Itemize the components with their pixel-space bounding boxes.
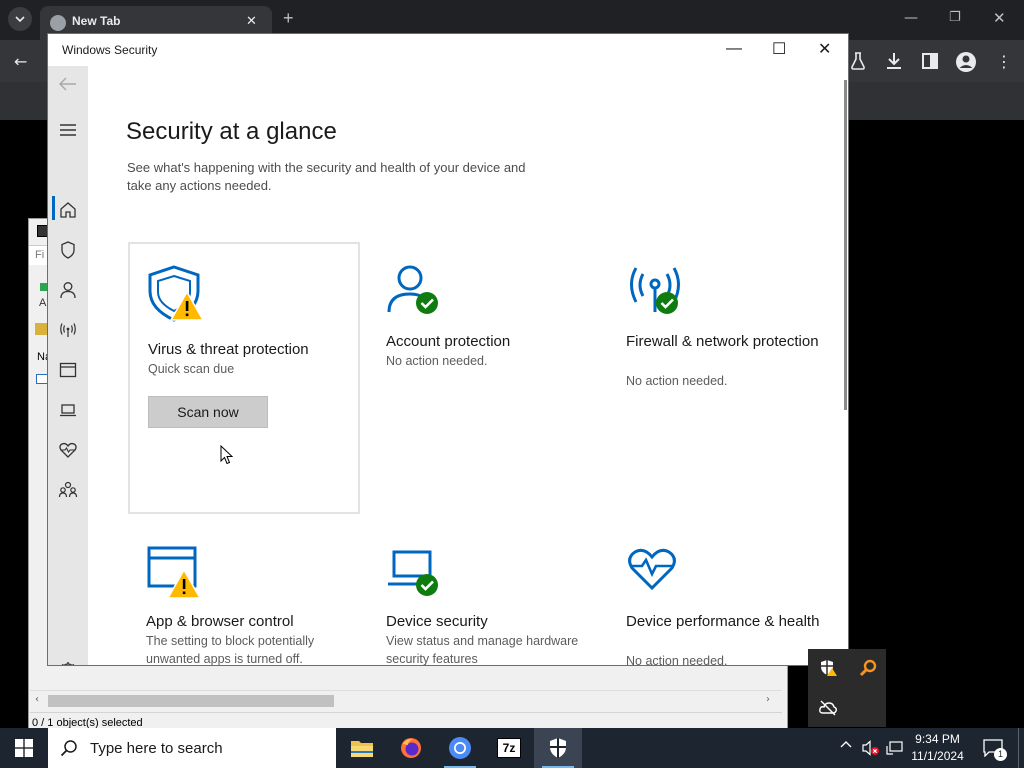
antenna-icon[interactable] <box>58 320 78 340</box>
clock-time[interactable]: 9:34 PM <box>900 732 975 746</box>
minimize-button[interactable]: — <box>726 40 742 58</box>
card-app-browser-control[interactable]: App & browser control The setting to blo… <box>128 526 358 666</box>
search-tool-icon[interactable] <box>859 659 877 677</box>
profile-avatar-icon[interactable] <box>955 51 977 73</box>
taskbar-search-box[interactable]: Type here to search <box>48 728 336 768</box>
laptop-check-icon <box>386 544 444 602</box>
column-fragment: Fi <box>29 245 49 265</box>
vertical-scrollbar[interactable] <box>844 80 847 410</box>
scan-now-button[interactable]: Scan now <box>148 396 268 428</box>
scrollbar-thumb[interactable] <box>48 695 334 707</box>
title-bar: Windows Security — ☐ ✕ <box>48 34 848 66</box>
tray-overflow-flyout <box>808 649 886 727</box>
scroll-left-icon[interactable]: ‹ <box>35 694 39 705</box>
maximize-button[interactable]: ☐ <box>772 39 786 59</box>
card-status: No action needed. <box>626 374 728 388</box>
page-title: Security at a glance <box>126 118 337 145</box>
nav-selection-indicator <box>52 196 55 220</box>
taskbar-chromium[interactable] <box>436 728 484 768</box>
search-placeholder: Type here to search <box>90 739 223 757</box>
side-panel-icon[interactable] <box>922 53 938 69</box>
card-title: Device security <box>386 613 488 630</box>
windows-security-window: Windows Security — ☐ ✕ Security at a gla… <box>47 33 849 666</box>
tab-search-button[interactable] <box>8 7 32 31</box>
person-icon[interactable] <box>58 280 78 300</box>
card-firewall-network-protection[interactable]: Firewall & network protection No action … <box>608 242 838 512</box>
card-status: The setting to block potentially unwante… <box>146 634 315 666</box>
laptop-icon[interactable] <box>58 400 78 420</box>
card-device-performance-health[interactable]: Device performance & health No action ne… <box>608 526 838 666</box>
card-title: Device performance & health <box>626 613 820 630</box>
card-virus-threat-protection[interactable]: Virus & threat protection Quick scan due… <box>128 242 360 514</box>
taskbar-7zip[interactable]: 7z <box>485 728 533 768</box>
card-device-security[interactable]: Device security View status and manage h… <box>368 526 598 666</box>
mouse-cursor-icon <box>220 445 233 465</box>
taskbar-file-explorer[interactable] <box>338 728 386 768</box>
scroll-right-icon[interactable]: › <box>766 694 770 705</box>
clock-date[interactable]: 11/1/2024 <box>900 749 975 763</box>
browser-tab-title: New Tab <box>72 14 121 28</box>
card-account-protection[interactable]: Account protection No action needed. <box>368 242 598 512</box>
taskbar: Type here to search 7z 9:34 PM 11/1/2024 <box>0 728 1024 768</box>
cloud-offline-icon[interactable] <box>819 700 837 716</box>
card-title: App & browser control <box>146 613 294 630</box>
app-window-warning-icon <box>146 544 204 602</box>
windows-logo-icon <box>15 739 33 757</box>
back-arrow-icon[interactable] <box>59 77 77 91</box>
shield-warning-icon <box>148 264 206 322</box>
tab-close-button[interactable]: ✕ <box>246 13 257 29</box>
taskbar-windows-security[interactable] <box>534 728 582 768</box>
card-status: View status and manage hardware security… <box>386 634 579 666</box>
heart-pulse-icon[interactable] <box>58 440 78 460</box>
firefox-icon <box>401 738 421 758</box>
card-status: No action needed. <box>626 654 728 666</box>
card-status: No action needed. <box>386 354 488 368</box>
page-description: See what's happening with the security a… <box>127 160 526 193</box>
flask-icon[interactable] <box>850 52 866 70</box>
back-arrow-icon[interactable]: ← <box>14 52 27 71</box>
card-title: Virus & threat protection <box>148 341 309 358</box>
gear-icon[interactable] <box>58 660 78 665</box>
navigation-rail <box>48 66 88 665</box>
heart-pulse-icon <box>626 544 684 602</box>
hamburger-menu-icon[interactable] <box>60 124 76 136</box>
close-button[interactable]: ✕ <box>818 39 831 59</box>
browser-minimize-button[interactable]: — <box>904 10 918 26</box>
new-tab-button[interactable]: + <box>283 8 294 29</box>
show-desktop-button[interactable] <box>1018 728 1024 768</box>
person-check-icon <box>386 262 444 320</box>
antenna-check-icon <box>626 262 684 320</box>
horizontal-scrollbar[interactable]: ‹ › <box>30 690 782 710</box>
search-icon <box>60 740 77 757</box>
speaker-muted-icon[interactable] <box>862 740 880 756</box>
notification-count-badge: 1 <box>994 748 1007 761</box>
app-window-icon[interactable] <box>58 360 78 380</box>
windows-security-warning-icon[interactable] <box>819 659 837 677</box>
chromium-icon <box>449 737 471 759</box>
column-fragment: A <box>39 297 47 309</box>
windows-security-icon <box>550 738 566 758</box>
card-title: Firewall & network protection <box>626 333 819 350</box>
globe-icon <box>50 15 66 31</box>
home-icon[interactable] <box>58 200 78 220</box>
folder-icon <box>35 323 47 335</box>
chevron-down-icon <box>15 16 25 23</box>
card-title: Account protection <box>386 333 511 350</box>
start-button[interactable] <box>0 728 48 768</box>
taskbar-firefox[interactable] <box>387 728 435 768</box>
family-icon[interactable] <box>58 480 78 500</box>
browser-restore-button[interactable]: ❐ <box>949 10 961 25</box>
show-hidden-icons-chevron-up-icon[interactable] <box>840 740 852 748</box>
kebab-menu-icon[interactable]: ⋮ <box>996 52 1012 71</box>
shield-icon[interactable] <box>58 240 78 260</box>
7zip-icon: 7z <box>497 738 521 758</box>
card-status: Quick scan due <box>148 362 235 376</box>
download-icon[interactable] <box>886 52 902 70</box>
file-explorer-icon <box>351 741 373 757</box>
window-title: Windows Security <box>62 43 158 57</box>
browser-close-button[interactable]: ✕ <box>993 9 1006 27</box>
